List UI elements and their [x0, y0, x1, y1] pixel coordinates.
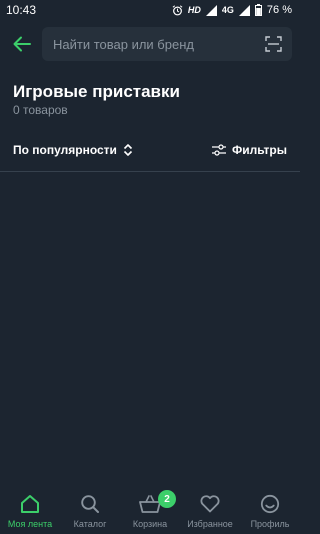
signal-icon: [205, 4, 217, 16]
filter-button[interactable]: Фильтры: [211, 143, 287, 157]
nav-item-feed[interactable]: Моя лента: [0, 484, 60, 534]
nav-label-catalog: Каталог: [73, 519, 107, 529]
status-time: 10:43: [6, 3, 37, 17]
search-icon: [81, 495, 99, 513]
sort-button[interactable]: По популярности: [13, 143, 133, 157]
search-input[interactable]: [53, 36, 253, 52]
home-icon: [21, 495, 39, 513]
barcode-scan-icon: [264, 36, 282, 52]
sliders-icon: [211, 144, 226, 156]
cart-badge: 2: [158, 490, 176, 508]
nav-item-profile[interactable]: Профиль: [240, 484, 300, 534]
bottom-nav: Моя лента Каталог 2 Корзина Избранное Пр…: [0, 484, 300, 534]
nav-label-favorites: Избранное: [187, 519, 233, 529]
battery-level: 76 %: [266, 4, 292, 16]
heart-icon: [200, 495, 220, 513]
nav-label-feed: Моя лента: [7, 519, 53, 529]
network-type: 4G: [221, 5, 234, 15]
alarm-icon: [172, 4, 183, 15]
status-icons: HD 4G 76 %: [172, 4, 292, 16]
filter-label: Фильтры: [231, 143, 287, 157]
scan-button[interactable]: [264, 35, 282, 53]
hd-indicator: HD: [187, 5, 201, 15]
nav-label-profile: Профиль: [250, 519, 290, 529]
nav-label-cart: Корзина: [132, 519, 168, 529]
back-button[interactable]: [10, 33, 34, 55]
nav-item-cart[interactable]: 2 Корзина: [120, 484, 180, 534]
status-bar: 10:43 HD 4G 76 %: [0, 0, 300, 20]
divider: [0, 171, 300, 172]
battery-icon: [254, 4, 262, 16]
arrow-left-icon: [13, 36, 31, 52]
sort-updown-icon: [123, 144, 133, 156]
signal-icon-2: [238, 4, 250, 16]
sort-label: По популярности: [13, 143, 117, 157]
nav-item-favorites[interactable]: Избранное: [180, 484, 240, 534]
smiley-icon: [260, 494, 280, 514]
page-title: Игровые приставки: [13, 82, 180, 101]
item-count: 0 товаров: [13, 103, 68, 117]
search-box[interactable]: [42, 27, 292, 61]
search-row: [0, 24, 300, 64]
nav-item-catalog[interactable]: Каталог: [60, 484, 120, 534]
